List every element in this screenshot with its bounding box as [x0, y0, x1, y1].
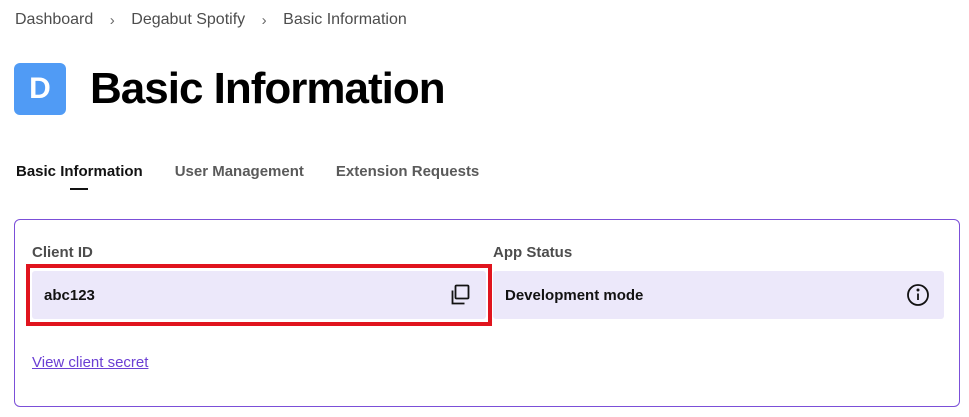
- tab-label: User Management: [174, 163, 304, 180]
- app-status-field: Development mode: [493, 271, 944, 319]
- breadcrumb-dashboard[interactable]: Dashboard: [15, 11, 93, 29]
- chevron-right-icon: ›: [261, 11, 267, 29]
- app-status-label: App Status: [493, 244, 573, 261]
- chevron-right-icon: ›: [109, 11, 115, 29]
- page-header: D Basic Information: [14, 63, 446, 115]
- view-client-secret-link[interactable]: View client secret: [32, 354, 148, 371]
- app-status-value: Development mode: [505, 286, 644, 304]
- tab-basic-information[interactable]: Basic Information: [16, 163, 143, 190]
- breadcrumb: Dashboard › Degabut Spotify › Basic Info…: [15, 11, 407, 29]
- client-id-field: abc123: [32, 271, 486, 319]
- app-avatar: D: [14, 63, 66, 115]
- tab-bar: Basic Information User Management Extens…: [16, 163, 511, 190]
- page-title: Basic Information: [90, 64, 446, 113]
- client-id-value: abc123: [44, 286, 95, 304]
- client-id-label: Client ID: [32, 244, 93, 261]
- info-icon[interactable]: [904, 281, 932, 309]
- copy-icon[interactable]: [446, 281, 474, 309]
- tab-extension-requests[interactable]: Extension Requests: [336, 163, 479, 190]
- breadcrumb-app[interactable]: Degabut Spotify: [131, 11, 245, 29]
- breadcrumb-current: Basic Information: [283, 11, 407, 28]
- tab-user-management[interactable]: User Management: [175, 163, 304, 190]
- tab-label: Extension Requests: [335, 163, 480, 180]
- tab-label: Basic Information: [16, 163, 143, 180]
- app-info-card: Client ID App Status abc123 Development …: [14, 219, 960, 407]
- active-tab-indicator: [70, 188, 89, 190]
